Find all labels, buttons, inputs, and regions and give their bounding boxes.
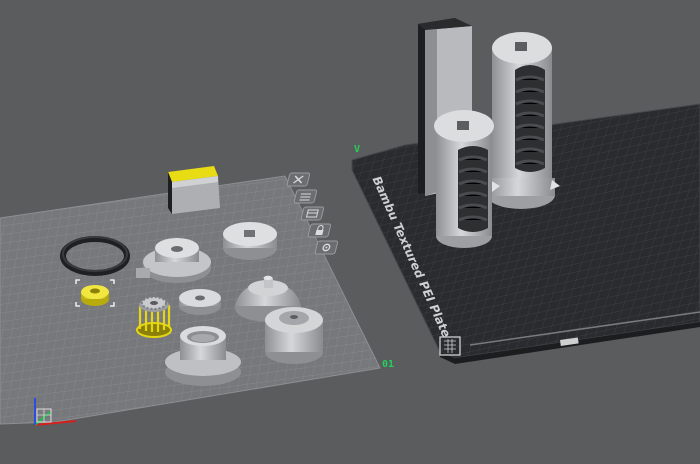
small-disc-object[interactable] bbox=[179, 289, 221, 315]
small-block-object[interactable] bbox=[168, 166, 220, 214]
plate-1-index-label: 01 bbox=[382, 359, 394, 370]
3d-viewport[interactable]: Bambu Textured PEI Plate V 01 bbox=[0, 0, 700, 464]
square-hole-disc-object[interactable] bbox=[223, 222, 277, 260]
tall-spring-cylinder-right[interactable] bbox=[487, 32, 560, 209]
tall-spring-cylinder-left[interactable] bbox=[434, 110, 494, 248]
scene-canvas[interactable]: Bambu Textured PEI Plate V 01 bbox=[0, 0, 700, 464]
plate-settings-button[interactable] bbox=[314, 240, 339, 255]
plate-2-corner-mark: V bbox=[354, 144, 360, 155]
orient-plate-button[interactable] bbox=[300, 206, 325, 221]
stepped-cylinder-object[interactable] bbox=[265, 307, 323, 364]
arrange-plate-button[interactable] bbox=[293, 189, 318, 204]
close-plate-button[interactable] bbox=[286, 172, 311, 187]
lock-plate-button[interactable] bbox=[307, 223, 332, 238]
